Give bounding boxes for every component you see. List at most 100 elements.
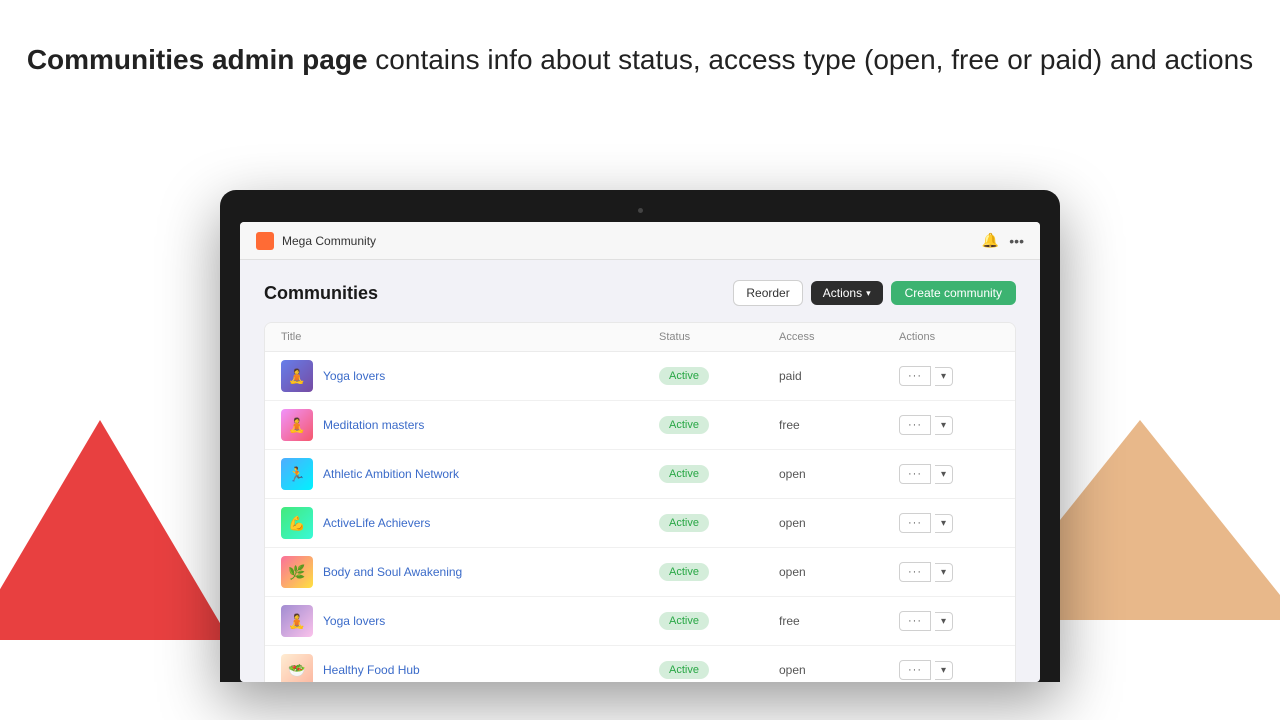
thumb-icon: 🧘: [281, 605, 313, 637]
community-cell: 🥗 Healthy Food Hub: [281, 654, 659, 682]
community-thumbnail: 🏃: [281, 458, 313, 490]
app-title: Mega Community: [282, 234, 982, 248]
community-link[interactable]: Healthy Food Hub: [323, 663, 420, 677]
thumb-icon: 🧘: [281, 409, 313, 441]
access-cell: open: [779, 467, 899, 481]
row-action-dots-button[interactable]: ···: [899, 660, 931, 680]
main-content: Communities Reorder Actions ▾ Create com…: [240, 260, 1040, 682]
status-cell: Active: [659, 465, 779, 483]
status-badge: Active: [659, 367, 709, 385]
row-action-chevron-button[interactable]: ▾: [935, 563, 953, 582]
top-bar: Mega Community 🔔 •••: [240, 222, 1040, 260]
row-action-dots-button[interactable]: ···: [899, 611, 931, 631]
col-access: Access: [779, 331, 899, 343]
page-header: Communities admin page contains info abo…: [0, 0, 1280, 109]
thumb-icon: 💪: [281, 507, 313, 539]
laptop-mockup: Mega Community 🔔 ••• Communities Reorder: [220, 190, 1060, 682]
community-cell: 🧘 Yoga lovers: [281, 605, 659, 637]
actions-cell: ··· ▾: [899, 611, 999, 631]
section-title: Communities: [264, 283, 378, 304]
row-action-chevron-button[interactable]: ▾: [935, 367, 953, 386]
laptop-outer: Mega Community 🔔 ••• Communities Reorder: [220, 190, 1060, 682]
table-row: 🧘 Yoga lovers Active paid ··· ▾: [265, 352, 1015, 401]
actions-cell: ··· ▾: [899, 660, 999, 680]
row-action-chevron-button[interactable]: ▾: [935, 465, 953, 484]
header-bold: Communities admin page: [27, 44, 368, 75]
actions-chevron-icon: ▾: [866, 288, 871, 299]
actions-cell: ··· ▾: [899, 366, 999, 386]
actions-cell: ··· ▾: [899, 415, 999, 435]
community-cell: 🌿 Body and Soul Awakening: [281, 556, 659, 588]
community-link[interactable]: Yoga lovers: [323, 614, 385, 628]
community-thumbnail: 🧘: [281, 409, 313, 441]
thumb-icon: 🥗: [281, 654, 313, 682]
status-badge: Active: [659, 416, 709, 434]
table-row: 🧘 Yoga lovers Active free ··· ▾: [265, 597, 1015, 646]
create-community-button[interactable]: Create community: [891, 281, 1016, 305]
communities-table: Title Status Access Actions 🧘 Yoga lover…: [264, 322, 1016, 682]
table-row: 🥗 Healthy Food Hub Active open ··· ▾: [265, 646, 1015, 682]
row-action-chevron-button[interactable]: ▾: [935, 514, 953, 533]
row-action-dots-button[interactable]: ···: [899, 366, 931, 386]
top-bar-icons: 🔔 •••: [982, 232, 1024, 249]
row-action-chevron-button[interactable]: ▾: [935, 612, 953, 631]
community-link[interactable]: Athletic Ambition Network: [323, 467, 459, 481]
table-body: 🧘 Yoga lovers Active paid ··· ▾ 🧘 Medita…: [265, 352, 1015, 682]
community-link[interactable]: Meditation masters: [323, 418, 424, 432]
communities-header: Communities Reorder Actions ▾ Create com…: [264, 280, 1016, 306]
row-action-dots-button[interactable]: ···: [899, 513, 931, 533]
status-badge: Active: [659, 612, 709, 630]
actions-cell: ··· ▾: [899, 464, 999, 484]
access-cell: free: [779, 418, 899, 432]
table-header: Title Status Access Actions: [265, 323, 1015, 352]
more-icon: •••: [1009, 233, 1024, 249]
community-thumbnail: 💪: [281, 507, 313, 539]
actions-cell: ··· ▾: [899, 562, 999, 582]
actions-cell: ··· ▾: [899, 513, 999, 533]
status-cell: Active: [659, 367, 779, 385]
access-cell: free: [779, 614, 899, 628]
community-cell: 🧘 Yoga lovers: [281, 360, 659, 392]
actions-button[interactable]: Actions ▾: [811, 281, 883, 305]
app-logo: [256, 232, 274, 250]
community-link[interactable]: Body and Soul Awakening: [323, 565, 462, 579]
col-title: Title: [281, 331, 659, 343]
table-row: 💪 ActiveLife Achievers Active open ··· ▾: [265, 499, 1015, 548]
status-badge: Active: [659, 563, 709, 581]
community-link[interactable]: ActiveLife Achievers: [323, 516, 430, 530]
community-cell: 🏃 Athletic Ambition Network: [281, 458, 659, 490]
table-row: 🌿 Body and Soul Awakening Active open ··…: [265, 548, 1015, 597]
laptop-screen: Mega Community 🔔 ••• Communities Reorder: [240, 222, 1040, 682]
status-badge: Active: [659, 514, 709, 532]
status-cell: Active: [659, 563, 779, 581]
row-action-chevron-button[interactable]: ▾: [935, 661, 953, 680]
status-cell: Active: [659, 612, 779, 630]
reorder-button[interactable]: Reorder: [733, 280, 802, 306]
app-chrome: Mega Community 🔔 ••• Communities Reorder: [240, 222, 1040, 682]
table-row: 🧘 Meditation masters Active free ··· ▾: [265, 401, 1015, 450]
status-cell: Active: [659, 661, 779, 679]
thumb-icon: 🌿: [281, 556, 313, 588]
table-row: 🏃 Athletic Ambition Network Active open …: [265, 450, 1015, 499]
bell-icon: 🔔: [982, 232, 999, 249]
camera-dot: [638, 208, 643, 213]
thumb-icon: 🏃: [281, 458, 313, 490]
row-action-dots-button[interactable]: ···: [899, 562, 931, 582]
access-cell: open: [779, 516, 899, 530]
col-status: Status: [659, 331, 779, 343]
community-thumbnail: 🥗: [281, 654, 313, 682]
thumb-icon: 🧘: [281, 360, 313, 392]
status-cell: Active: [659, 416, 779, 434]
row-action-dots-button[interactable]: ···: [899, 464, 931, 484]
row-action-chevron-button[interactable]: ▾: [935, 416, 953, 435]
col-actions: Actions: [899, 331, 999, 343]
community-thumbnail: 🧘: [281, 605, 313, 637]
header-actions: Reorder Actions ▾ Create community: [733, 280, 1016, 306]
row-action-dots-button[interactable]: ···: [899, 415, 931, 435]
access-cell: open: [779, 663, 899, 677]
community-link[interactable]: Yoga lovers: [323, 369, 385, 383]
community-cell: 🧘 Meditation masters: [281, 409, 659, 441]
decorative-triangle-red: [0, 420, 230, 640]
status-cell: Active: [659, 514, 779, 532]
access-cell: open: [779, 565, 899, 579]
